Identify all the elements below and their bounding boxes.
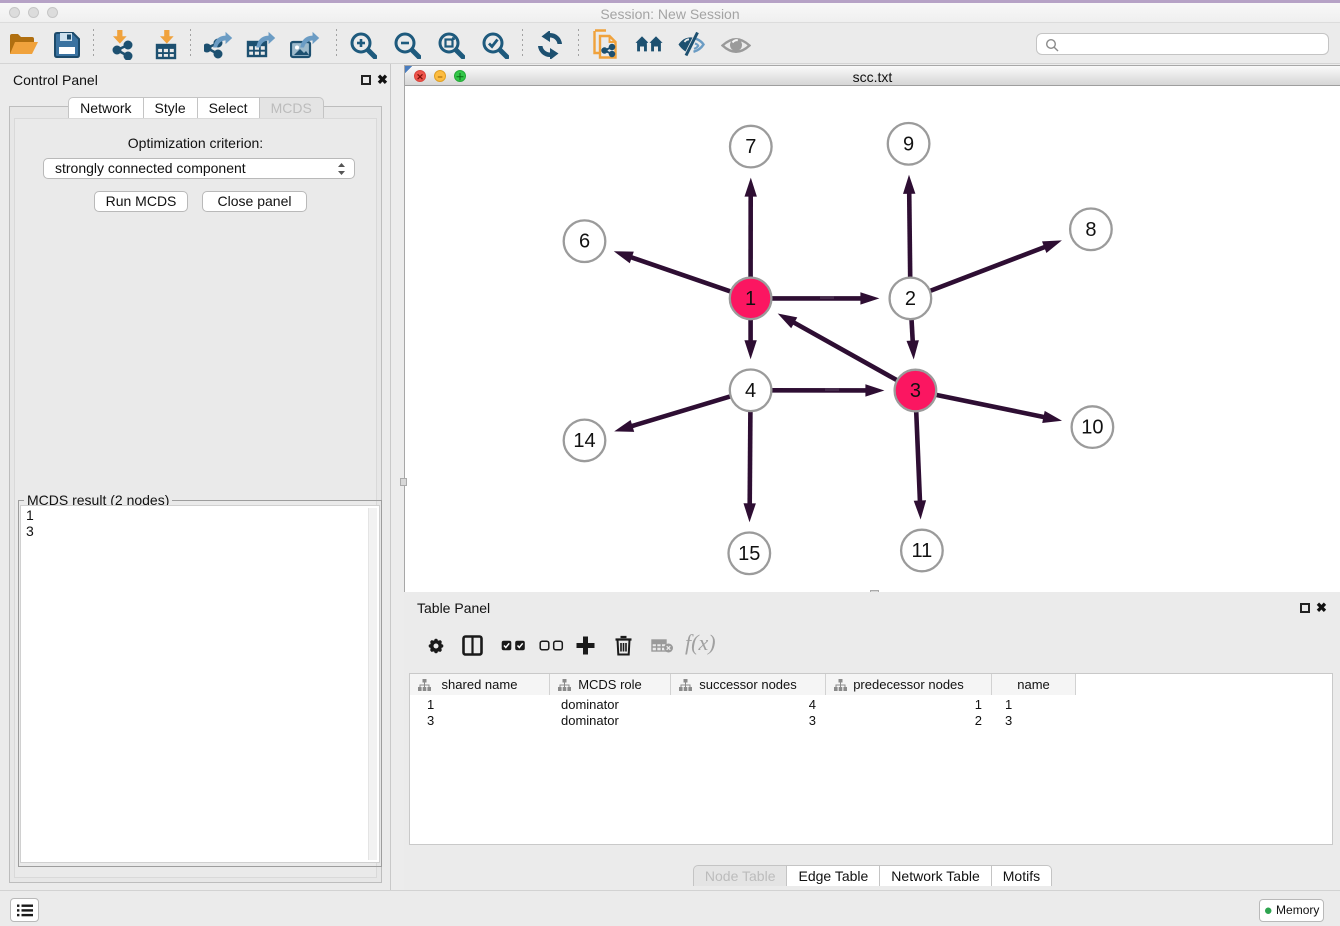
svg-text:9: 9 (903, 133, 914, 155)
svg-text:7: 7 (745, 136, 756, 158)
svg-text:3: 3 (910, 380, 921, 402)
svg-text:1: 1 (745, 288, 756, 310)
svg-text:8: 8 (1085, 219, 1096, 241)
svg-text:11: 11 (912, 540, 933, 562)
svg-text:10: 10 (1081, 417, 1103, 439)
svg-text:2: 2 (905, 288, 916, 310)
svg-text:6: 6 (579, 231, 590, 253)
svg-text:14: 14 (573, 430, 595, 452)
svg-text:4: 4 (745, 380, 756, 402)
svg-text:15: 15 (738, 543, 760, 565)
